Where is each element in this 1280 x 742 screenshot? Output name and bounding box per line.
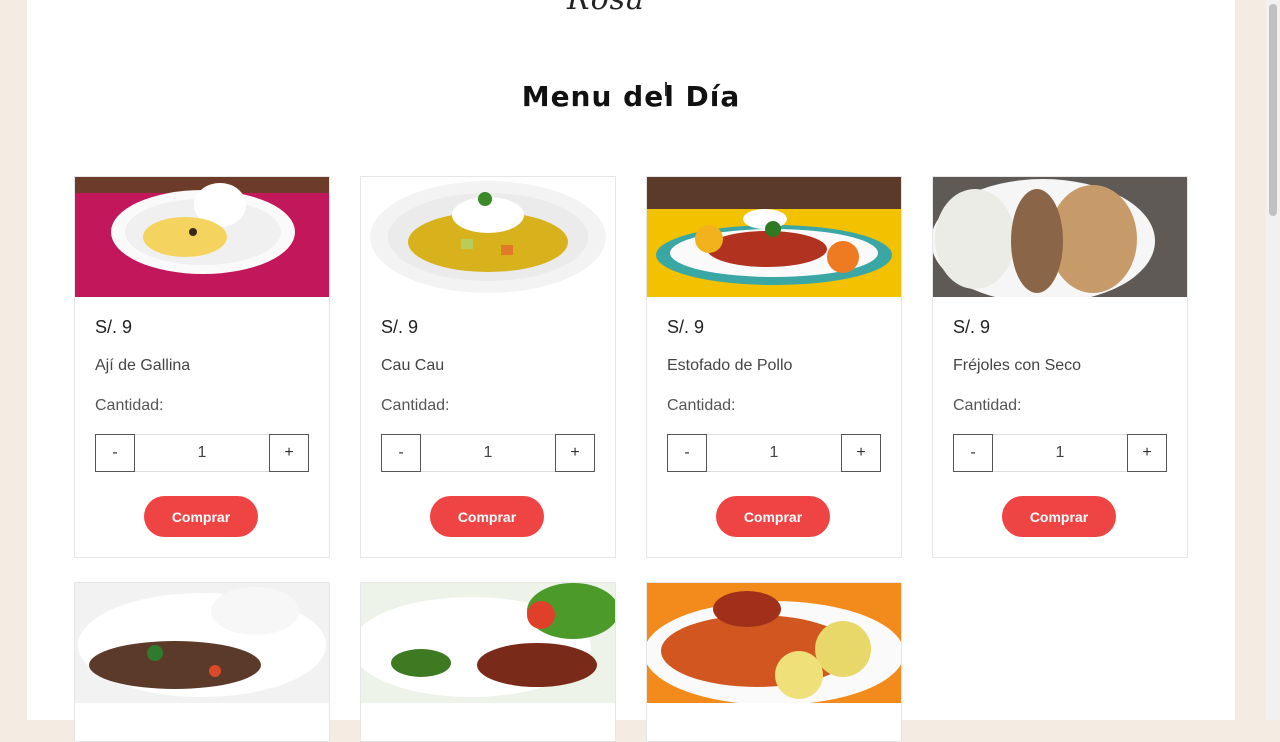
decrement-button[interactable]: - (381, 434, 421, 472)
dish-price: S/. 9 (381, 317, 419, 337)
dish-image (75, 583, 329, 703)
vertical-scrollbar[interactable] (1266, 0, 1280, 720)
dish-price: S/. 9 (667, 317, 705, 337)
dish-image (361, 583, 615, 703)
quantity-label: Cantidad: (381, 397, 450, 414)
quantity-stepper: - 1 + (667, 434, 881, 472)
increment-button[interactable]: + (555, 434, 595, 472)
dish-name: Estofado de Pollo (667, 357, 793, 374)
quantity-label: Cantidad: (95, 397, 164, 414)
page-title: Menu del Día (521, 80, 741, 113)
menu-card (360, 582, 616, 742)
page-container: Rosa Menu del Día S/. 9 Ají de Gallina C… (27, 0, 1235, 742)
dish-image (361, 177, 615, 297)
site-logo[interactable]: Rosa (567, 0, 707, 17)
dish-name: Cau Cau (381, 357, 445, 374)
buy-button[interactable]: Comprar (1002, 496, 1116, 537)
menu-card: S/. 9 Cau Cau Cantidad: - 1 + Comprar (360, 176, 616, 558)
menu-card: S/. 9 Estofado de Pollo Cantidad: - 1 + … (646, 176, 902, 558)
dish-price: S/. 9 (95, 317, 133, 337)
menu-card: S/. 9 Ají de Gallina Cantidad: - 1 + Com… (74, 176, 330, 558)
dish-image (933, 177, 1187, 297)
buy-button[interactable]: Comprar (716, 496, 830, 537)
quantity-label: Cantidad: (953, 397, 1022, 414)
decrement-button[interactable]: - (667, 434, 707, 472)
quantity-value[interactable]: 1 (708, 435, 840, 471)
menu-card: S/. 9 Fréjoles con Seco Cantidad: - 1 + … (932, 176, 1188, 558)
quantity-label: Cantidad: (667, 397, 736, 414)
menu-card (646, 582, 902, 742)
buy-button[interactable]: Comprar (144, 496, 258, 537)
quantity-value[interactable]: 1 (422, 435, 554, 471)
dish-name: Ají de Gallina (95, 357, 191, 374)
text-cursor-icon (665, 82, 667, 96)
buy-button[interactable]: Comprar (430, 496, 544, 537)
increment-button[interactable]: + (269, 434, 309, 472)
menu-card (74, 582, 330, 742)
quantity-value[interactable]: 1 (136, 435, 268, 471)
quantity-stepper: - 1 + (953, 434, 1167, 472)
increment-button[interactable]: + (841, 434, 881, 472)
dish-name: Fréjoles con Seco (953, 357, 1082, 374)
scrollbar-thumb[interactable] (1269, 4, 1277, 216)
quantity-stepper: - 1 + (95, 434, 309, 472)
quantity-value[interactable]: 1 (994, 435, 1126, 471)
dish-price: S/. 9 (953, 317, 991, 337)
increment-button[interactable]: + (1127, 434, 1167, 472)
dish-image (647, 177, 901, 297)
logo-text: Rosa (567, 0, 645, 17)
quantity-stepper: - 1 + (381, 434, 595, 472)
decrement-button[interactable]: - (95, 434, 135, 472)
dish-image (75, 177, 329, 297)
dish-image (647, 583, 901, 703)
decrement-button[interactable]: - (953, 434, 993, 472)
